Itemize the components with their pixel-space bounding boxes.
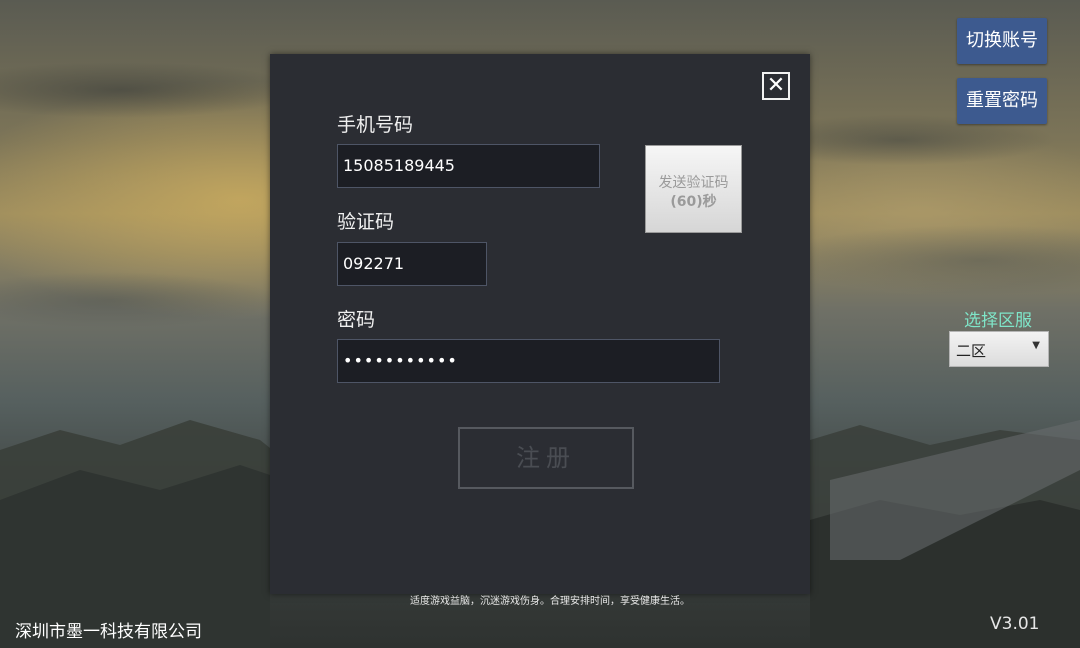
phone-input[interactable]: 15085189445 (337, 144, 600, 188)
dropdown-arrow-icon: ▼ (1032, 340, 1040, 351)
password-label: 密码 (337, 309, 376, 331)
server-select[interactable]: 二区 ▼ (949, 331, 1049, 367)
version-label: V3.01 (990, 614, 1040, 634)
send-code-button[interactable]: 发送验证码 (60)秒 (645, 145, 742, 233)
register-button[interactable]: 注册 (458, 427, 634, 489)
switch-account-button[interactable]: 切换账号 (957, 18, 1047, 64)
server-select-label: 选择区服 (964, 311, 1032, 331)
verification-code-input[interactable]: 092271 (337, 242, 487, 286)
phone-label: 手机号码 (337, 114, 414, 136)
close-icon[interactable]: ✕ (762, 72, 790, 100)
password-input[interactable]: ••••••••••• (337, 339, 720, 383)
send-code-countdown: (60)秒 (670, 194, 717, 210)
server-select-value: 二区 (956, 342, 987, 360)
send-code-label: 发送验证码 (658, 175, 729, 191)
verification-code-label: 验证码 (337, 211, 395, 233)
reset-password-button[interactable]: 重置密码 (957, 78, 1047, 124)
register-dialog: ✕ 手机号码 15085189445 发送验证码 (60)秒 验证码 09227… (270, 54, 810, 594)
company-name: 深圳市墨一科技有限公司 (15, 622, 202, 642)
game-login-screen: 切换账号 重置密码 选择区服 二区 ▼ ✕ 手机号码 15085189445 发… (0, 0, 1080, 648)
health-notice: 适度游戏益脑，沉迷游戏伤身。合理安排时间，享受健康生活。 (410, 596, 690, 607)
